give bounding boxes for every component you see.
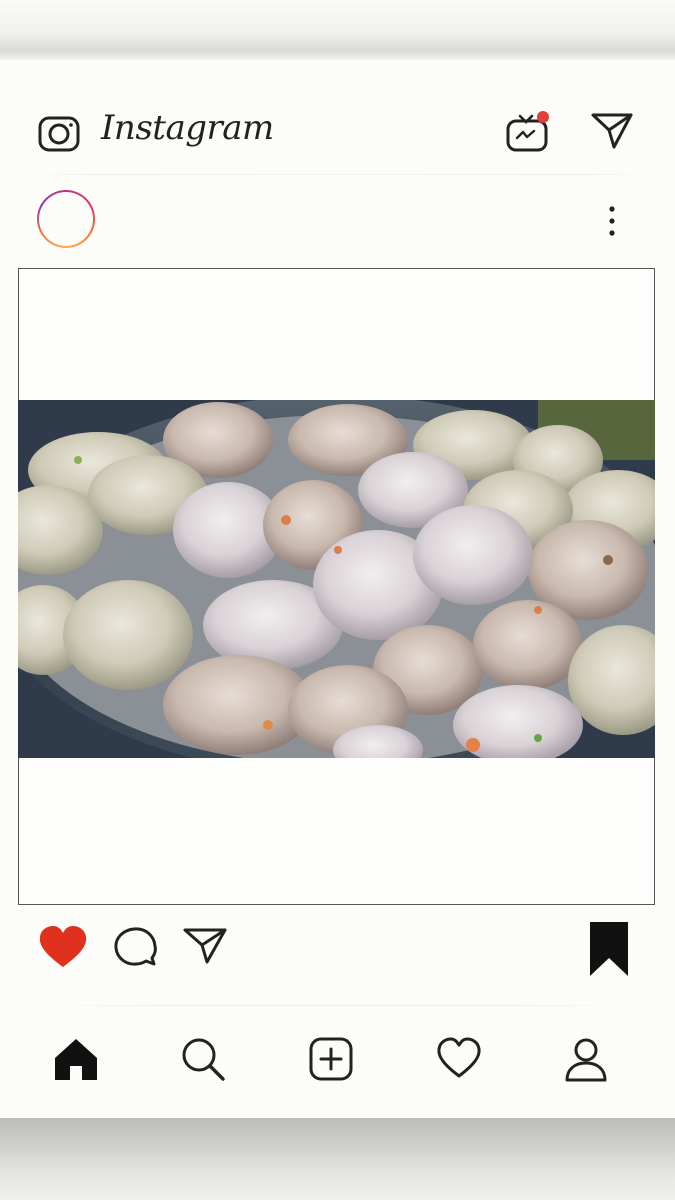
igtv-icon[interactable] [504, 106, 552, 154]
search-icon[interactable] [180, 1036, 226, 1082]
heart-icon[interactable] [38, 925, 88, 970]
bottom-edge-shadow [0, 1118, 675, 1200]
story-avatar-ring[interactable] [37, 190, 95, 248]
direct-message-icon[interactable] [590, 110, 634, 150]
add-post-icon[interactable] [308, 1036, 354, 1082]
bookmark-icon[interactable] [588, 920, 630, 978]
activity-heart-icon[interactable] [436, 1036, 482, 1082]
actions-divider [40, 1005, 630, 1006]
comment-icon[interactable] [113, 925, 157, 969]
profile-icon[interactable] [563, 1036, 609, 1082]
header-divider [30, 174, 650, 175]
top-edge-shadow [0, 0, 675, 60]
camera-icon[interactable] [37, 113, 81, 153]
post-photo[interactable] [18, 400, 655, 758]
app-logo-wordmark: Instagram [101, 108, 274, 148]
home-icon[interactable] [53, 1036, 99, 1082]
paper-plane-icon[interactable] [182, 925, 228, 965]
avatar [39, 192, 93, 246]
vertical-ellipsis-icon[interactable] [600, 204, 624, 238]
